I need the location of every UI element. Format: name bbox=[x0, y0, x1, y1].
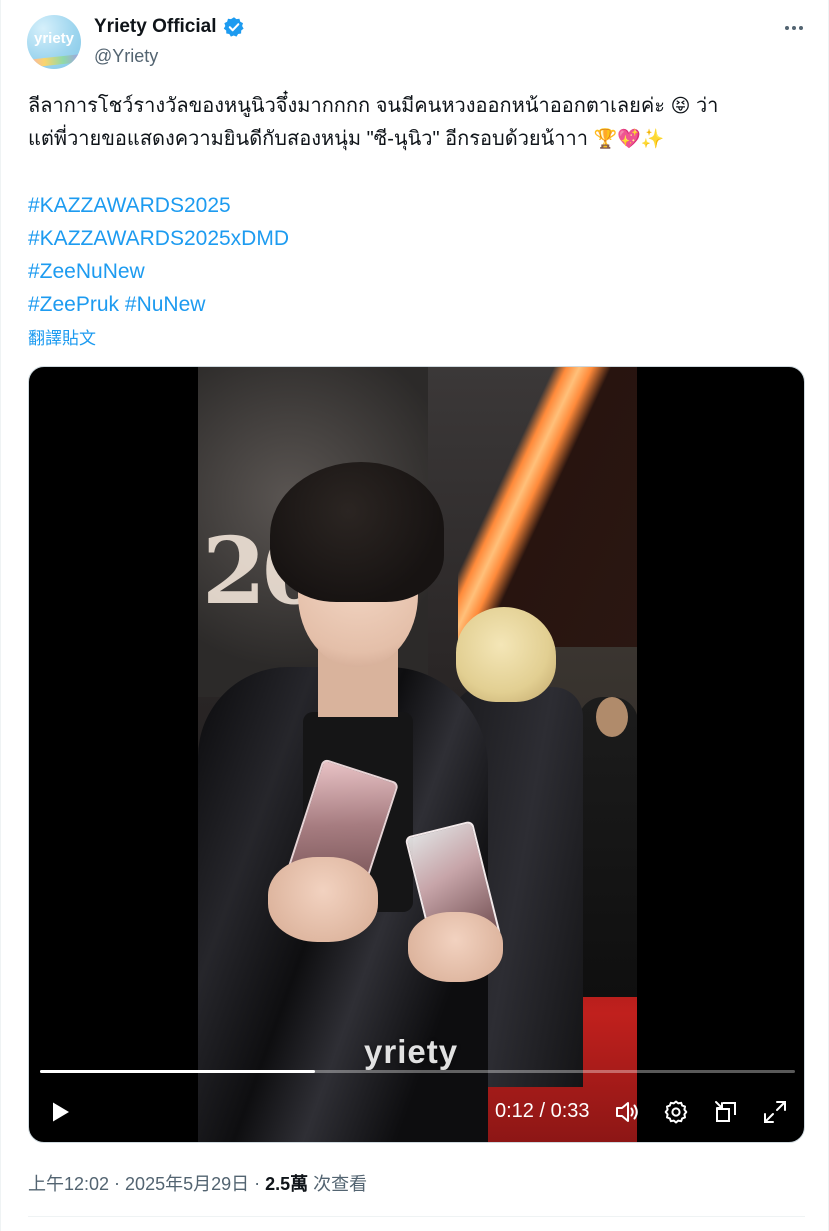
tweet-meta: 上午12:02 · 2025年5月29日 · 2.5萬 次查看 bbox=[28, 1170, 367, 1196]
squinting-tongue-emoji: 😝 bbox=[670, 96, 691, 117]
tweet-text: ลีลาการโชว์รางวัลของหนูนิวจึ๋งมากกกก จนม… bbox=[28, 90, 803, 156]
tweet-line-2-text: แต่พี่วายขอแสดงความยินดีกับสองหนุ่ม "ซี-… bbox=[28, 128, 588, 150]
time-separator: / bbox=[539, 1100, 546, 1122]
video-progress-fill bbox=[40, 1070, 315, 1073]
views-count: 2.5萬 bbox=[265, 1174, 309, 1194]
meta-separator: · bbox=[114, 1172, 121, 1193]
background-person-hair bbox=[456, 607, 556, 702]
tweet-line-2: แต่พี่วายขอแสดงความยินดีกับสองหนุ่ม "ซี-… bbox=[28, 123, 803, 156]
avatar[interactable]: yriety bbox=[27, 15, 81, 69]
play-icon[interactable] bbox=[47, 1099, 73, 1125]
background-guard-head bbox=[596, 697, 628, 737]
hashtag-link[interactable]: #KAZZAWARDS2025xDMD bbox=[28, 227, 289, 250]
post-date[interactable]: 2025年5月29日 bbox=[125, 1170, 249, 1196]
video-progress-bar[interactable] bbox=[40, 1070, 795, 1073]
picture-in-picture-icon[interactable] bbox=[713, 1099, 739, 1125]
hand-left bbox=[268, 857, 378, 942]
avatar-logo: yriety bbox=[33, 30, 75, 47]
hashtag-link[interactable]: #NuNew bbox=[125, 293, 206, 316]
views-label: 次查看 bbox=[313, 1174, 368, 1194]
hand-right bbox=[408, 912, 503, 982]
divider bbox=[28, 1216, 805, 1217]
translate-post-link[interactable]: 翻譯貼文 bbox=[28, 324, 96, 349]
video-time: 0:12 / 0:33 bbox=[495, 1100, 590, 1123]
more-options-icon[interactable] bbox=[779, 16, 809, 40]
background-guard bbox=[578, 697, 637, 997]
volume-icon[interactable] bbox=[614, 1099, 640, 1125]
video-frame[interactable]: 20 yriety bbox=[198, 367, 637, 1142]
meta-separator: · bbox=[254, 1172, 261, 1193]
video-watermark: yriety bbox=[364, 1033, 459, 1070]
video-player[interactable]: 20 yriety 0:12 / 0:33 bbox=[28, 366, 805, 1143]
foreground-person-hair bbox=[270, 462, 444, 602]
video-controls: 0:12 / 0:33 bbox=[29, 1092, 804, 1132]
hashtag-link[interactable]: #ZeePruk bbox=[28, 293, 119, 316]
hashtag-list: #KAZZAWARDS2025 #KAZZAWARDS2025xDMD #Zee… bbox=[28, 189, 289, 321]
tweet-line-1-text: ลีลาการโชว์รางวัลของหนูนิวจึ๋งมากกกก จนม… bbox=[28, 95, 666, 117]
hashtag-link[interactable]: #KAZZAWARDS2025 bbox=[28, 194, 231, 217]
duration: 0:33 bbox=[550, 1100, 590, 1122]
post-time[interactable]: 上午12:02 bbox=[28, 1170, 109, 1196]
author-name-row: Yriety Official bbox=[94, 16, 245, 38]
verified-badge-icon[interactable] bbox=[223, 16, 245, 38]
settings-icon[interactable] bbox=[663, 1099, 689, 1125]
tweet-line-1: ลีลาการโชว์รางวัลของหนูนิวจึ๋งมากกกก จนม… bbox=[28, 90, 803, 123]
display-name[interactable]: Yriety Official bbox=[94, 16, 217, 38]
hashtag-link[interactable]: #ZeeNuNew bbox=[28, 260, 145, 283]
avatar-rainbow-strip bbox=[27, 53, 81, 69]
tweet-post: yriety Yriety Official @Yriety ลีลาการโช… bbox=[0, 0, 829, 1231]
current-time: 0:12 bbox=[495, 1100, 534, 1122]
fullscreen-icon[interactable] bbox=[762, 1099, 788, 1125]
trophy-heart-sparkles-emoji: 🏆💖✨ bbox=[593, 129, 665, 150]
author-handle[interactable]: @Yriety bbox=[94, 46, 158, 67]
tweet-line-1-tail: ว่า bbox=[695, 95, 719, 117]
